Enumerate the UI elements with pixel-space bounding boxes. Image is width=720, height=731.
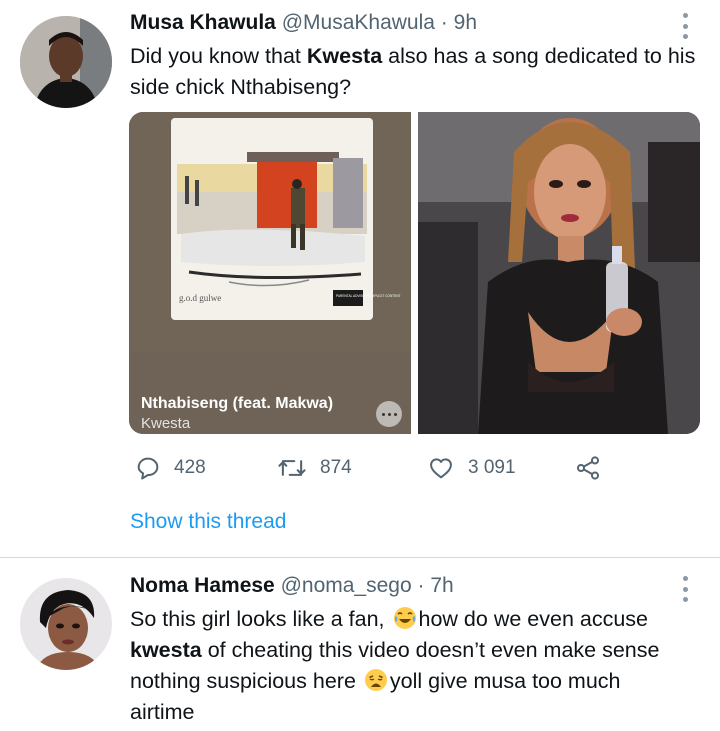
timestamp[interactable]: 7h <box>430 574 453 597</box>
text-line: nothing suspicious here yoll give musa t… <box>130 666 710 697</box>
author-name[interactable]: Musa Khawula <box>130 11 276 34</box>
tweet-actions: 428 874 3 091 <box>130 450 610 486</box>
text-part: Did you know that <box>130 44 307 68</box>
retweet-button[interactable]: 874 <box>276 450 352 486</box>
tweet-2[interactable]: Noma Hamese @noma_sego · 7h So this girl… <box>0 558 720 731</box>
author-handle[interactable]: @noma_sego <box>281 574 412 597</box>
separator: · <box>440 11 448 34</box>
reply-count: 428 <box>174 457 206 478</box>
text-part: So this girl looks like a fan, <box>130 607 391 631</box>
retweet-icon <box>278 460 306 476</box>
song-card[interactable]: g.o.d gulwe PARENTAL ADVISORY EXPLICIT C… <box>129 112 411 434</box>
avatar[interactable] <box>20 578 112 670</box>
like-count: 3 091 <box>468 457 516 478</box>
text-line: airtime <box>130 700 195 724</box>
reply-icon <box>137 457 159 480</box>
timestamp[interactable]: 9h <box>454 11 477 34</box>
text-bold: Kwesta <box>306 44 383 68</box>
tweet-header: Noma Hamese @noma_sego · 7h <box>130 574 454 598</box>
author-name[interactable]: Noma Hamese <box>130 574 275 597</box>
text-part: nothing suspicious here <box>130 669 362 693</box>
share-icon <box>576 456 600 480</box>
more-icon[interactable] <box>681 13 689 39</box>
separator: · <box>417 574 425 597</box>
more-icon[interactable] <box>681 576 689 602</box>
tweet-photo[interactable] <box>418 112 700 434</box>
tweet-text: So this girl looks like a fan, how do we… <box>130 604 710 728</box>
avatar[interactable] <box>20 16 112 108</box>
tweet-1[interactable]: Musa Khawula @MusaKhawula · 9h Did you k… <box>0 0 720 557</box>
weary-emoji-icon <box>364 669 387 691</box>
like-button[interactable]: 3 091 <box>426 450 516 486</box>
text-bold: kwesta <box>130 638 202 662</box>
song-artist[interactable]: Kwesta <box>141 415 190 432</box>
advisory-label: PARENTAL ADVISORY EXPLICIT CONTENT <box>336 294 401 298</box>
author-handle[interactable]: @MusaKhawula <box>282 11 435 34</box>
laughing-emoji-icon <box>393 607 416 629</box>
text-part: of cheating this video doesn’t even make… <box>201 638 660 662</box>
song-title[interactable]: Nthabiseng (feat. Makwa) <box>141 395 333 413</box>
like-icon <box>430 458 452 479</box>
text-line: So this girl looks like a fan, how do we… <box>130 604 710 635</box>
text-part: yoll give musa too much <box>389 669 621 693</box>
tweet-text: Did you know that Kwesta also has a song… <box>130 41 705 103</box>
text-part: how do we even accuse <box>418 607 648 631</box>
album-cover-text: g.o.d gulwe <box>179 293 221 303</box>
tweet-header: Musa Khawula @MusaKhawula · 9h <box>130 11 477 35</box>
text-line: kwesta of cheating this video doesn’t ev… <box>130 635 710 666</box>
share-button[interactable] <box>573 450 603 486</box>
retweet-count: 874 <box>320 457 352 478</box>
song-options-icon[interactable] <box>376 401 402 427</box>
show-thread-link[interactable]: Show this thread <box>130 510 286 534</box>
reply-button[interactable]: 428 <box>134 450 206 486</box>
